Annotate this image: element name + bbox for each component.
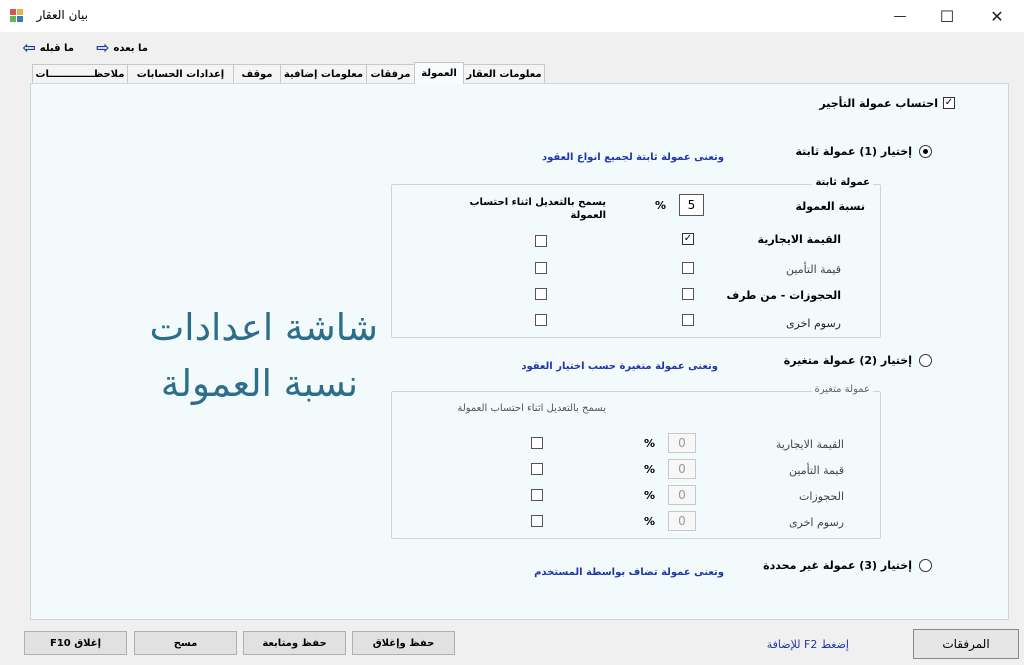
next-label: ما بعده xyxy=(113,42,148,54)
rate-label: نسبة العمولة xyxy=(795,200,866,213)
variable-insurance-percent: % xyxy=(644,463,656,476)
save-close-button[interactable]: حفظ وإغلاق xyxy=(352,631,455,655)
save-continue-button[interactable]: حفظ ومتابعة xyxy=(243,631,346,655)
fixed-row-label: القيمة الايجارية xyxy=(757,233,841,246)
minimize-button[interactable]: — xyxy=(877,0,923,32)
fixed-bookings-allow-edit-checkbox[interactable] xyxy=(535,288,547,300)
option2-label: إختيار (2) عمولة متغيرة xyxy=(783,354,912,367)
variable-row-label: قيمة التأمين xyxy=(789,464,844,477)
variable-other-fees-allow-edit-checkbox[interactable] xyxy=(531,515,543,527)
tab-strip: معلومات العقار العمولة مرفقات معلومات إض… xyxy=(30,62,545,84)
option2-radio[interactable] xyxy=(919,354,932,367)
enable-commission-checkbox[interactable]: ✓ xyxy=(943,97,955,109)
fixed-group-title: عمولة ثابتة xyxy=(812,177,873,188)
variable-other-fees-percent: % xyxy=(644,515,656,528)
fixed-insurance-checkbox[interactable] xyxy=(682,262,694,274)
maximize-button[interactable]: ☐ xyxy=(924,0,970,32)
fixed-rent-checkbox[interactable]: ✓ xyxy=(682,233,694,245)
overlay-title-line1: شاشة اعدادات xyxy=(149,306,378,349)
overlay-title-line2: نسبة العمولة xyxy=(160,362,358,405)
add-hint: إضغط F2 للإضافة xyxy=(766,638,849,651)
option1-label: إختيار (1) عمولة ثابتة xyxy=(795,145,912,158)
fixed-bookings-checkbox[interactable] xyxy=(682,288,694,300)
tab-account-settings[interactable]: إعدادات الحسابات xyxy=(127,64,234,84)
fixed-row-label: قيمة التأمين xyxy=(786,263,841,276)
variable-bookings-allow-edit-checkbox[interactable] xyxy=(531,489,543,501)
tab-notes[interactable]: ملاحظـــــــــــــات xyxy=(32,64,128,84)
attachments-button[interactable]: المرفقات xyxy=(913,629,1019,659)
prev-record-button[interactable]: ما قبله ⇦ xyxy=(22,40,74,56)
radio-dot-icon xyxy=(923,149,928,154)
commission-panel xyxy=(30,83,1009,620)
prev-label: ما قبله xyxy=(39,42,74,54)
option3-hint: وتعنى عمولة تضاف بواسطة المستخدم xyxy=(534,567,724,578)
variable-group-title: عمولة متغيرة xyxy=(811,384,873,395)
rate-percent: % xyxy=(655,199,667,212)
variable-rent-input[interactable]: 0 xyxy=(668,433,696,453)
arrow-left-icon: ⇦ xyxy=(22,38,36,57)
tab-position[interactable]: موقف xyxy=(233,64,281,84)
fixed-other-fees-allow-edit-checkbox[interactable] xyxy=(535,314,547,326)
arrow-right-icon: ⇨ xyxy=(96,38,110,57)
option2-hint: وتعنى عمولة متغيرة حسب اختيار العقود xyxy=(521,361,718,372)
title-bar: بيان العقار — ☐ ✕ xyxy=(0,0,1024,32)
variable-other-fees-input[interactable]: 0 xyxy=(668,511,696,531)
tab-attachments[interactable]: مرفقات xyxy=(366,64,415,84)
variable-rent-percent: % xyxy=(644,437,656,450)
fixed-row-label: الحجوزات - من طرف xyxy=(726,289,841,302)
tab-extra-info[interactable]: معلومات إضافية xyxy=(280,64,367,84)
enable-commission-label: احتساب عمولة التأجير xyxy=(819,97,938,110)
variable-row-label: القيمة الايجارية xyxy=(775,438,844,451)
variable-bookings-input[interactable]: 0 xyxy=(668,485,696,505)
variable-insurance-allow-edit-checkbox[interactable] xyxy=(531,463,543,475)
tab-property-info[interactable]: معلومات العقار xyxy=(463,64,545,84)
check-icon: ✓ xyxy=(944,97,954,108)
clear-button[interactable]: مسح xyxy=(134,631,237,655)
close-button[interactable]: ✕ xyxy=(974,0,1020,32)
option1-radio[interactable] xyxy=(919,145,932,158)
check-icon: ✓ xyxy=(683,233,693,244)
close-f10-button[interactable]: إغلاق F10 xyxy=(24,631,127,655)
variable-insurance-input[interactable]: 0 xyxy=(668,459,696,479)
window-title: بيان العقار xyxy=(36,8,88,22)
option3-radio[interactable] xyxy=(919,559,932,572)
fixed-allow-edit-header: يسمح بالتعديل اثناء احتساب العمولة xyxy=(469,197,606,221)
variable-bookings-percent: % xyxy=(644,489,656,502)
tab-commission[interactable]: العمولة xyxy=(414,62,464,84)
variable-allow-edit-header: يسمح بالتعديل اثناء احتساب العمولة xyxy=(457,403,606,414)
next-record-button[interactable]: ما بعده ⇨ xyxy=(96,40,148,56)
rate-input[interactable]: 5 xyxy=(679,194,704,216)
fixed-row-label: رسوم اخرى xyxy=(785,317,841,330)
variable-row-label: رسوم اخرى xyxy=(788,516,844,529)
app-icon xyxy=(10,9,26,23)
fixed-insurance-allow-edit-checkbox[interactable] xyxy=(535,262,547,274)
option1-hint: وتعنى عمولة ثابتة لجميع انواع العقود xyxy=(542,152,724,163)
fixed-rent-allow-edit-checkbox[interactable] xyxy=(535,235,547,247)
variable-rent-allow-edit-checkbox[interactable] xyxy=(531,437,543,449)
variable-row-label: الحجوزات xyxy=(798,490,844,503)
option3-label: إختيار (3) عمولة غير محددة xyxy=(763,559,912,572)
fixed-other-fees-checkbox[interactable] xyxy=(682,314,694,326)
